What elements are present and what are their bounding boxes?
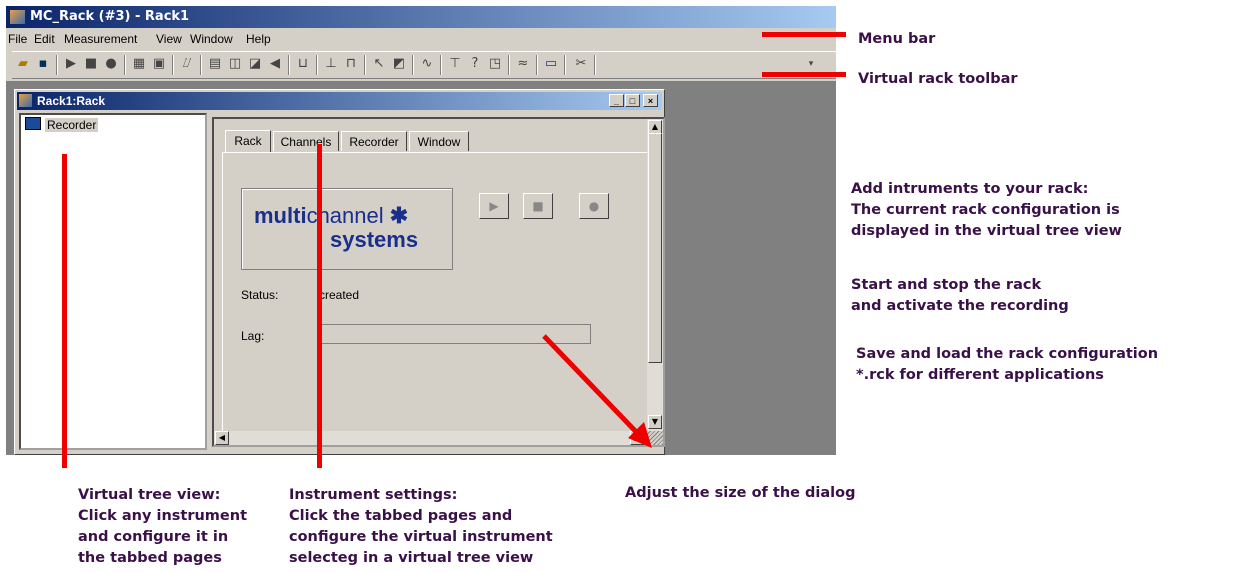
table-icon[interactable]: ▤ [206, 55, 224, 73]
display-icon[interactable]: ▣ [150, 55, 168, 73]
instrument-settings-annotation: Instrument settings: Click the tabbed pa… [289, 487, 553, 566]
tab-channels[interactable]: Channels [273, 131, 339, 151]
company-logo: multichannel ✱ systems [241, 188, 453, 270]
tree-view-annotation: Virtual tree view: Click any instrument … [78, 487, 248, 566]
tab-recorder[interactable]: Recorder [341, 131, 407, 151]
cut-icon[interactable]: ✂ [572, 55, 590, 73]
trigger-icon[interactable]: ⊥ [322, 55, 340, 73]
menu-file[interactable]: File [8, 32, 27, 46]
tree-item-recorder[interactable]: Recorder [25, 117, 99, 132]
restore-button[interactable]: □ [625, 94, 640, 107]
save-load-annotation: Save and load the rack configuration *.r… [856, 346, 1159, 383]
minimize-button[interactable]: _ [609, 94, 624, 107]
split-icon[interactable]: ⊤ [446, 55, 464, 73]
play-icon[interactable]: ▶ [62, 55, 80, 73]
expand-icon[interactable]: ◳ [486, 55, 504, 73]
app-icon [10, 10, 25, 24]
menu-edit[interactable]: Edit [34, 32, 55, 46]
save-icon[interactable]: ▪ [34, 55, 52, 73]
filter-icon[interactable]: ⊔ [294, 55, 312, 73]
burst-icon[interactable]: ◪ [246, 55, 264, 73]
menu-help[interactable]: Help [246, 32, 271, 46]
sound-icon[interactable]: ◀ [266, 55, 284, 73]
rack-title: Rack1:Rack [37, 94, 106, 108]
menu-window[interactable]: Window [190, 32, 233, 46]
scroll-left-icon[interactable]: ◀ [215, 431, 229, 445]
open-folder-icon[interactable]: ▰ [14, 55, 32, 73]
help-icon[interactable]: ? [466, 55, 484, 73]
signal-icon[interactable]: ≈ [514, 55, 532, 73]
app-window: MC_Rack (#3) - Rack1 File Edit Measureme… [6, 6, 836, 455]
tab-window[interactable]: Window [409, 131, 469, 151]
status-value: created [319, 288, 360, 302]
tab-rack[interactable]: Rack [225, 130, 271, 152]
app-title-bar[interactable]: MC_Rack (#3) - Rack1 [6, 6, 836, 28]
toolbar-dropdown-icon[interactable]: ▾ [802, 55, 820, 73]
instrument-settings-pointer [317, 144, 322, 468]
adjust-size-annotation: Adjust the size of the dialog [625, 485, 856, 501]
start-stop-annotation: Start and stop the rack and activate the… [851, 277, 1069, 314]
record-icon[interactable]: ● [102, 55, 120, 73]
menu-bar: File Edit Measurement View Window Help [6, 29, 836, 49]
analyzer-icon[interactable]: ⊓ [342, 55, 360, 73]
status-label: Status: [241, 288, 279, 302]
waveform-view-icon[interactable]: ◩ [390, 55, 408, 73]
cursor-icon[interactable]: ↖ [370, 55, 388, 73]
panel-icon[interactable]: ▭ [542, 55, 560, 73]
recorder-icon [25, 117, 41, 130]
lag-label: Lag: [241, 329, 265, 343]
grid-icon[interactable]: ▦ [130, 55, 148, 73]
toolbar-pointer [762, 72, 846, 77]
scroll-thumb[interactable] [648, 133, 662, 363]
menu-view[interactable]: View [156, 32, 182, 46]
scroll-up-icon[interactable]: ▲ [648, 120, 662, 134]
tree-view-pointer [62, 154, 67, 468]
record-button[interactable]: ● [579, 193, 609, 219]
chart-icon[interactable]: ⌰ [178, 55, 196, 73]
app-title: MC_Rack (#3) - Rack1 [30, 9, 190, 24]
rack-icon [19, 94, 32, 107]
start-button[interactable]: ▶ [479, 193, 509, 219]
virtual-rack-toolbar: ▰ ▪ ▶ ■ ● ▦ ▣ ⌰ ▤ ◫ ◪ ◀ ⊔ ⊥ ⊓ ↖ ◩ ∿ ⊤ ? … [12, 51, 836, 79]
close-button[interactable]: × [643, 94, 658, 107]
rack-title-bar[interactable]: Rack1:Rack _ □ × [17, 92, 662, 110]
spike-icon[interactable]: ◫ [226, 55, 244, 73]
menu-measurement[interactable]: Measurement [64, 32, 137, 46]
waveform-icon[interactable]: ∿ [418, 55, 436, 73]
menu-bar-pointer [762, 32, 846, 37]
toolbar-annotation: Virtual rack toolbar [858, 71, 1018, 87]
resize-arrow [542, 334, 652, 448]
stop-icon[interactable]: ■ [82, 55, 100, 73]
add-instruments-annotation: Add intruments to your rack: The current… [851, 181, 1122, 239]
virtual-tree-view: Recorder [19, 113, 207, 450]
menu-bar-annotation: Menu bar [858, 31, 936, 47]
stop-button[interactable]: ■ [523, 193, 553, 219]
